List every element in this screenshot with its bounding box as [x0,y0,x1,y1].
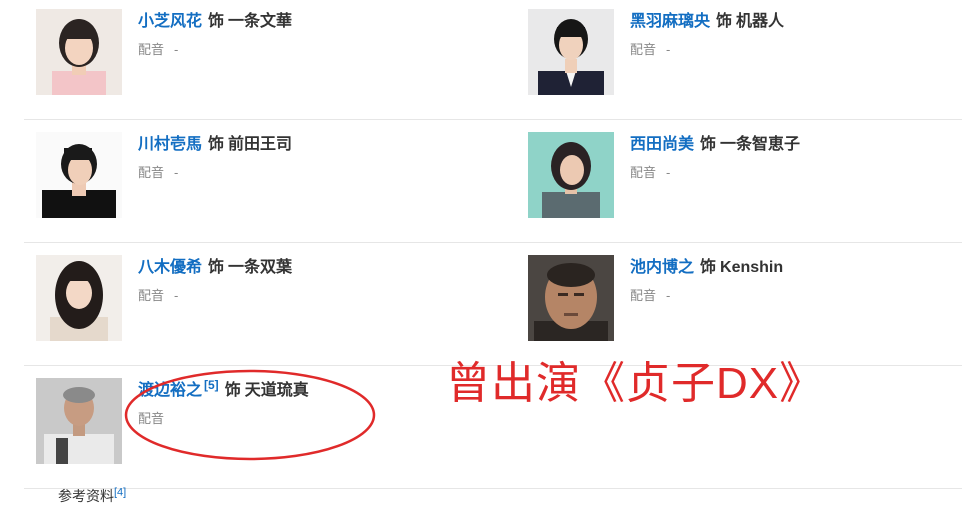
voice-label: 配音 [138,165,165,180]
cast-info: 川村壱馬饰前田王司 配音 - [138,135,438,181]
role-name: 前田王司 [228,136,293,153]
voice-value: - [666,42,671,57]
voice-value: - [666,165,671,180]
as-label: 饰 [700,136,717,153]
voice-value: - [174,165,179,180]
cast-card: 池内博之饰 Kenshin 配音 - [516,254,946,342]
voice-line: 配音 - [630,42,930,58]
actor-name-link[interactable]: 八木優希 [138,259,202,276]
voice-line: 配音 - [138,165,438,181]
voice-label: 配音 [138,288,165,303]
actor-name-link[interactable]: 小芝风花 [138,13,202,30]
actor-name-link[interactable]: 黑羽麻璃央 [630,13,710,30]
cast-card: 黑羽麻璃央饰机器人 配音 - [516,8,946,96]
voice-label: 配音 [630,165,657,180]
as-label: 饰 [716,13,733,30]
role-name: 一条文華 [228,13,293,30]
as-label: 饰 [208,13,225,30]
cast-card: 八木優希饰一条双葉 配音 - [24,254,454,342]
voice-line: 配音 - [138,42,438,58]
actor-photo[interactable] [36,255,122,341]
cast-line: 黑羽麻璃央饰机器人 [630,12,930,32]
actor-photo[interactable] [528,132,614,218]
actor-photo[interactable] [528,9,614,95]
cast-line: 池内博之饰 Kenshin [630,258,930,278]
role-name: Kenshin [720,259,784,276]
cast-line: 小芝风花饰一条文華 [138,12,438,32]
voice-label: 配音 [630,288,657,303]
actor-photo[interactable] [36,9,122,95]
voice-value: - [174,42,179,57]
cast-row: 川村壱馬饰前田王司 配音 - 西田尚美饰一条智恵子 配音 - [24,119,962,243]
cast-info: 黑羽麻璃央饰机器人 配音 - [630,12,930,58]
cast-info: 池内博之饰 Kenshin 配音 - [630,258,930,304]
voice-value: - [174,288,179,303]
voice-value: - [666,288,671,303]
voice-label: 配音 [630,42,657,57]
cast-line: 八木優希饰一条双葉 [138,258,438,278]
cast-row: 小芝风花饰一条文華 配音 - 黑羽麻璃央饰机器人 配音 - [24,0,962,120]
actor-photo[interactable] [528,255,614,341]
cast-card: 川村壱馬饰前田王司 配音 - [24,131,454,219]
actor-name-link[interactable]: 川村壱馬 [138,136,202,153]
references-label: 参考资料 [58,488,114,504]
voice-label: 配音 [138,42,165,57]
cast-line: 西田尚美饰一条智恵子 [630,135,930,155]
references-heading: 参考资料[4] [58,486,126,506]
cast-info: 西田尚美饰一条智恵子 配音 - [630,135,930,181]
cast-info: 八木優希饰一条双葉 配音 - [138,258,438,304]
actor-name-link[interactable]: 西田尚美 [630,136,694,153]
actor-name-link[interactable]: 池内博之 [630,259,694,276]
as-label: 饰 [208,259,225,276]
voice-line: 配音 - [630,165,930,181]
annotation-ellipse [124,369,376,461]
voice-line: 配音 - [630,288,930,304]
cast-line: 川村壱馬饰前田王司 [138,135,438,155]
voice-line: 配音 - [138,288,438,304]
references-citation[interactable]: [4] [114,486,126,498]
cast-card: 小芝风花饰一条文華 配音 - [24,8,454,96]
actor-photo[interactable] [36,378,122,464]
as-label: 饰 [208,136,225,153]
role-name: 一条智恵子 [720,136,801,153]
role-name: 一条双葉 [228,259,293,276]
cast-card: 西田尚美饰一条智恵子 配音 - [516,131,946,219]
actor-photo[interactable] [36,132,122,218]
as-label: 饰 [700,259,717,276]
cast-info: 小芝风花饰一条文華 配音 - [138,12,438,58]
annotation-text: 曾出演《贞子DX》 [446,359,825,408]
role-name: 机器人 [736,13,785,30]
